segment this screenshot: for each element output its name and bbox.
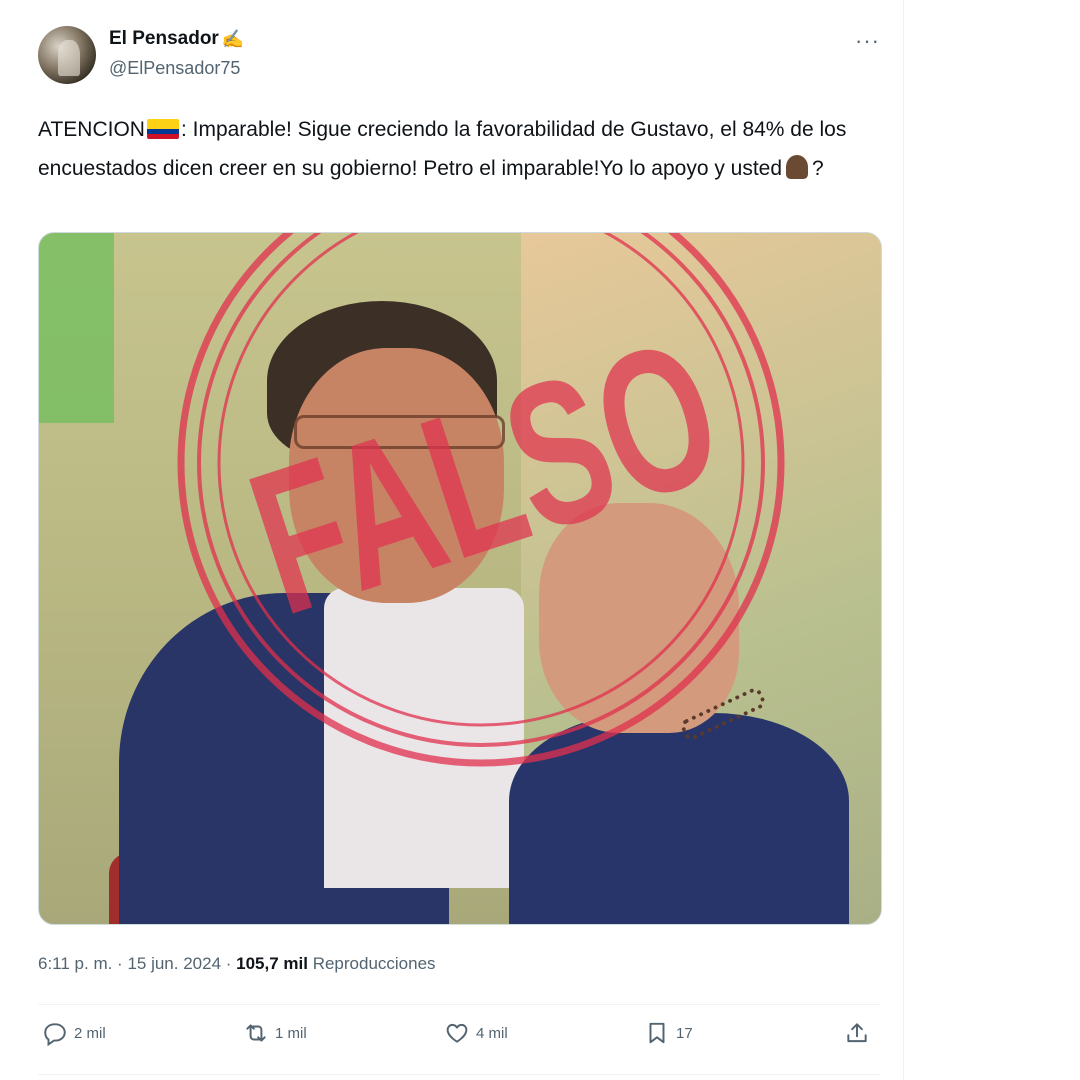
image-jacket-right — [509, 713, 849, 924]
reply-icon — [44, 1023, 66, 1046]
tweet-header: El Pensador ✍ @ElPensador75 ··· — [38, 22, 880, 92]
tweet-text: ATENCION: Imparable! Sigue creciendo la … — [38, 110, 880, 188]
bookmark-icon — [649, 1022, 665, 1044]
like-button[interactable]: 4 mil — [444, 1020, 508, 1046]
like-count: 4 mil — [476, 1024, 508, 1042]
share-button[interactable] — [844, 1020, 870, 1046]
tweet: El Pensador ✍ @ElPensador75 ··· ATENCION… — [38, 22, 882, 1075]
image-face — [289, 348, 504, 603]
author-names: El Pensador ✍ @ElPensador75 — [109, 28, 244, 79]
avatar[interactable] — [38, 26, 96, 84]
reply-count: 2 mil — [74, 1024, 106, 1042]
repost-icon — [246, 1024, 266, 1042]
more-dots-icon[interactable]: ··· — [855, 28, 880, 54]
heart-icon — [446, 1023, 468, 1043]
display-name-text: El Pensador — [109, 28, 219, 49]
divider — [38, 1004, 880, 1005]
image-green-panel — [39, 233, 114, 423]
tweet-text-part3: ? — [812, 157, 824, 180]
colombia-flag-icon — [146, 119, 179, 139]
tweet-image[interactable]: FALSO — [38, 232, 882, 925]
repost-button[interactable]: 1 mil — [243, 1020, 307, 1046]
timestamp[interactable]: 6:11 p. m. · 15 jun. 2024 · — [38, 954, 236, 973]
image-shirt — [324, 588, 524, 888]
tweet-text-part1: ATENCION — [38, 118, 145, 141]
share-icon — [847, 1023, 867, 1043]
tweet-meta: 6:11 p. m. · 15 jun. 2024 · 105,7 mil Re… — [38, 954, 436, 974]
repost-count: 1 mil — [275, 1024, 307, 1042]
bookmark-count: 17 — [676, 1024, 693, 1042]
divider-bottom — [38, 1074, 880, 1075]
writing-hand-icon: ✍ — [221, 28, 245, 49]
image-hands — [539, 503, 739, 733]
display-name[interactable]: El Pensador ✍ — [109, 28, 244, 50]
author-handle[interactable]: @ElPensador75 — [109, 58, 244, 79]
reply-button[interactable]: 2 mil — [42, 1020, 106, 1046]
tweet-actions: 2 mil 1 mil 4 mil 17 — [38, 1020, 880, 1060]
bookmark-button[interactable]: 17 — [644, 1020, 693, 1046]
views-count: 105,7 mil — [236, 954, 308, 973]
column-divider — [903, 0, 904, 1080]
pointing-down-icon — [786, 155, 809, 179]
views-label: Reproducciones — [307, 954, 436, 973]
image-glasses — [294, 415, 505, 449]
